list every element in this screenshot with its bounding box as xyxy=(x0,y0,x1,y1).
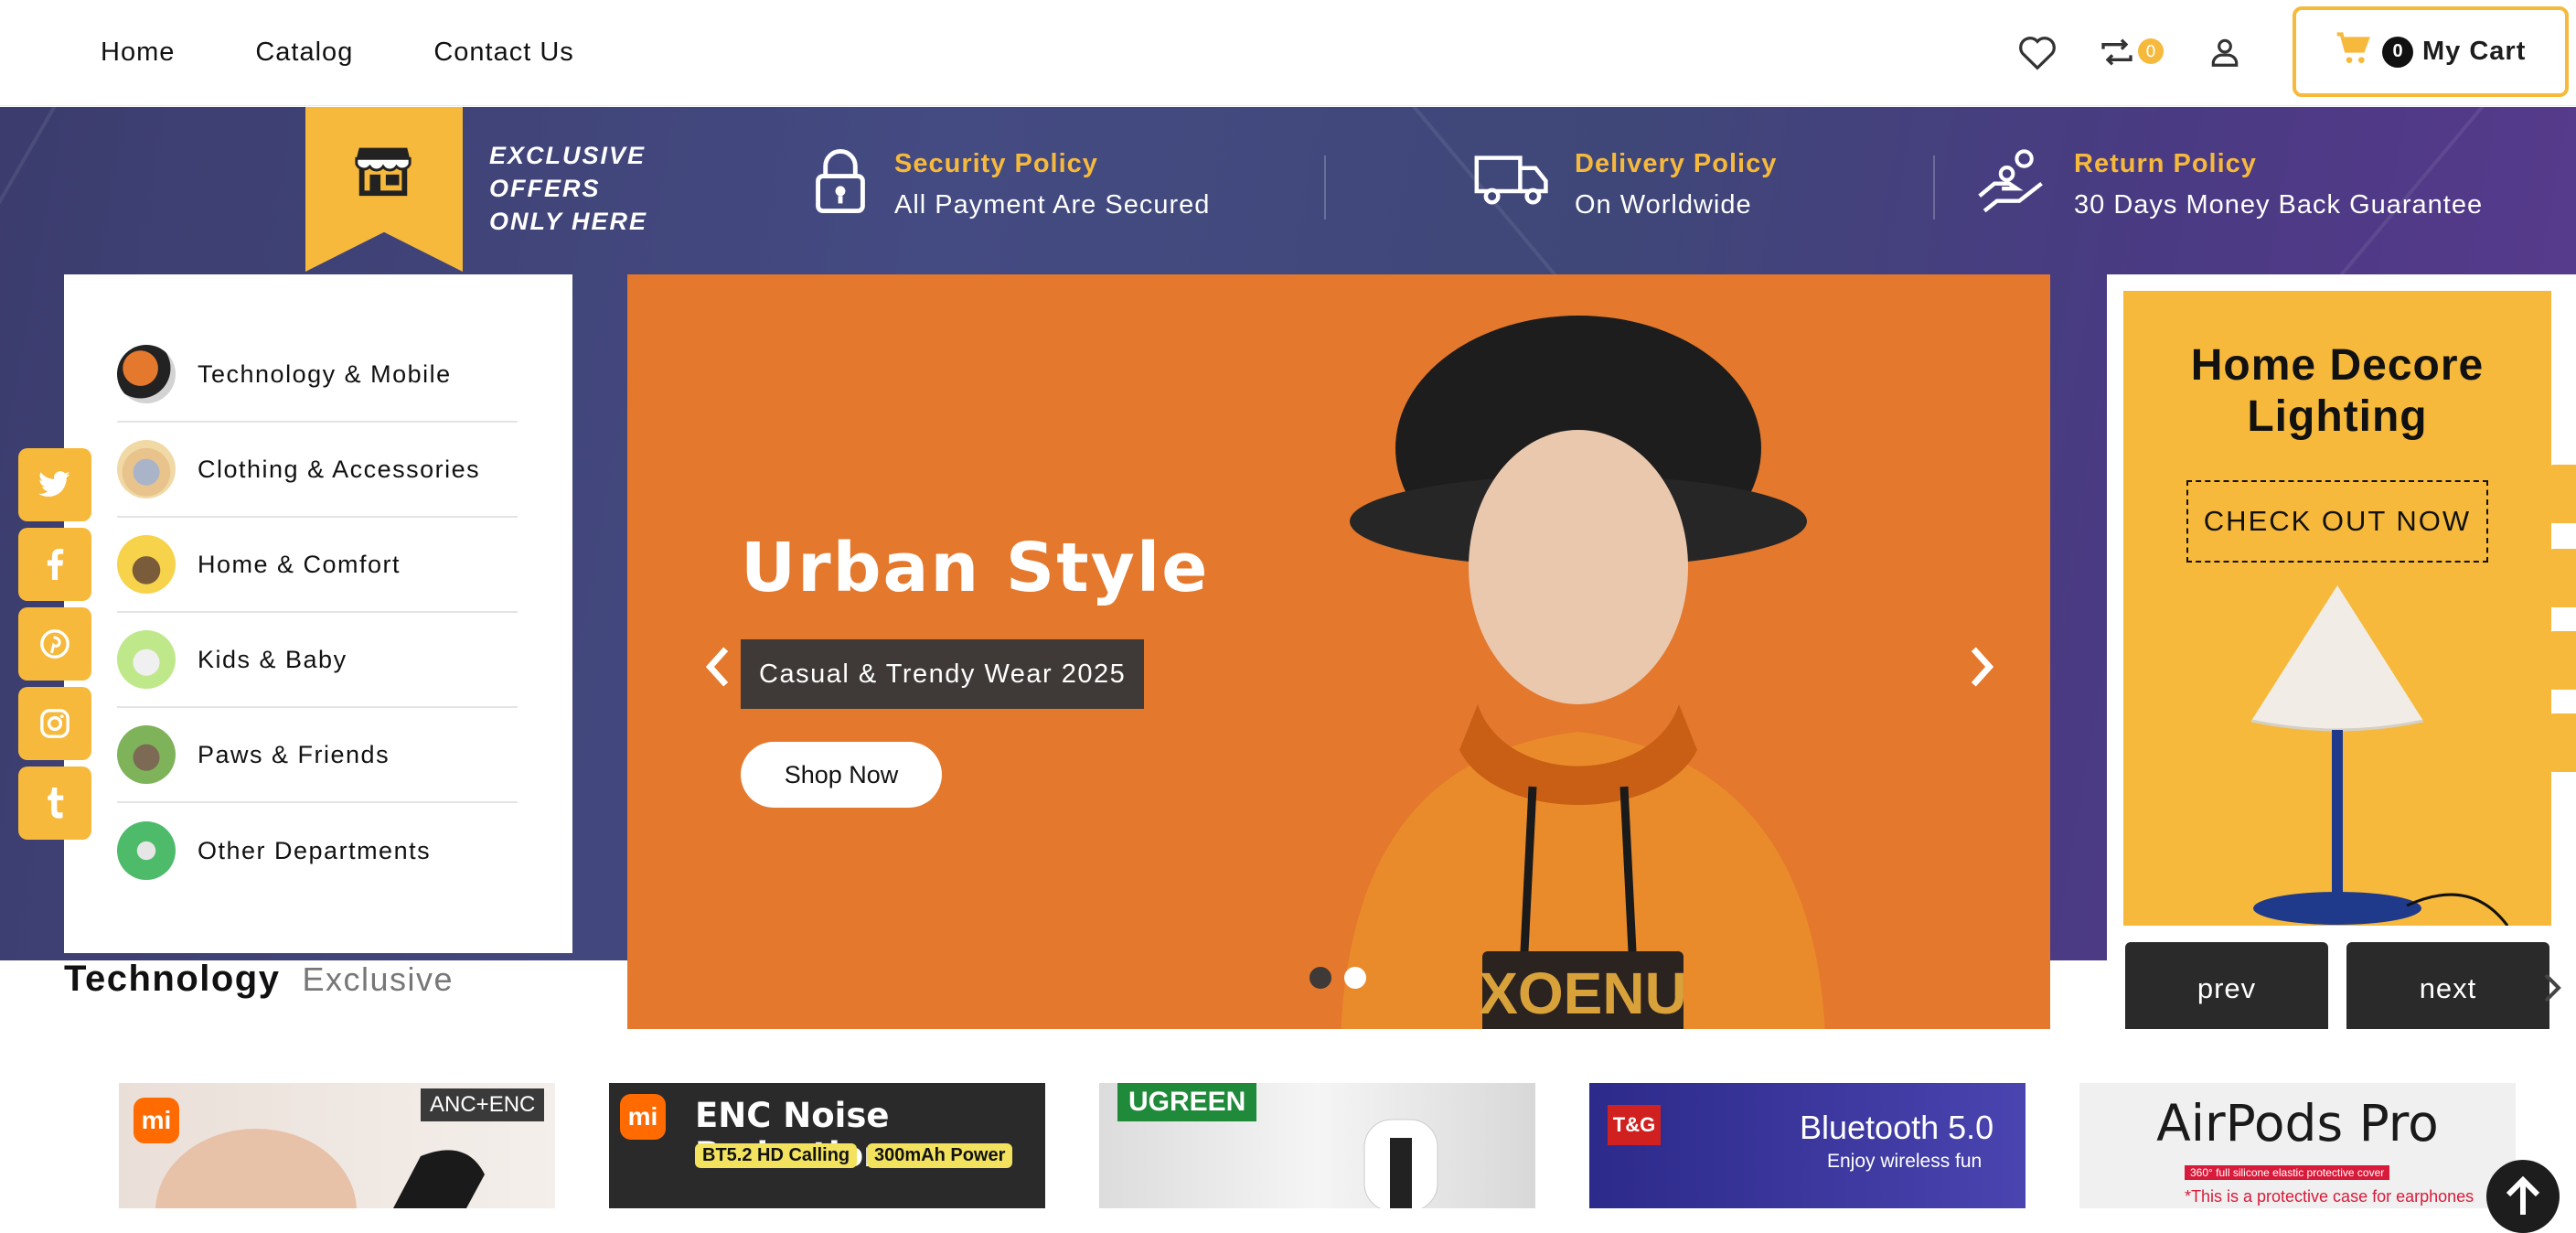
promo-next-button[interactable]: next xyxy=(2346,942,2549,1035)
promo-right-chevron-icon[interactable] xyxy=(2540,971,2562,1009)
cable-product-image xyxy=(1363,1119,1438,1208)
top-navbar: Home Catalog Contact Us 0 0 My Cart xyxy=(0,0,2576,106)
category-item-clothing[interactable]: Clothing & Accessories xyxy=(117,423,518,518)
padlock-icon xyxy=(810,146,871,220)
category-thumbnail xyxy=(117,535,176,594)
side-account-tab-icon[interactable] xyxy=(2545,549,2576,607)
product-tag: 300mAh Power xyxy=(867,1143,1013,1168)
product-card[interactable]: mi ENC Noise Reduction BT5.2 HD Calling … xyxy=(609,1083,1045,1208)
hero-slider: XOENU Urban Style Casual & Trendy Wear 2… xyxy=(627,274,2050,1035)
slider-dot-1[interactable] xyxy=(1309,967,1331,989)
wishlist-heart-icon[interactable] xyxy=(2016,31,2058,73)
truck-icon xyxy=(1474,146,1551,215)
cart-label: My Cart xyxy=(2422,37,2527,66)
policy-title: Security Policy xyxy=(894,149,1098,178)
section-title: Technology xyxy=(64,959,281,999)
mi-logo-icon: mi xyxy=(620,1094,666,1140)
product-card[interactable]: mi ANC+ENC xyxy=(119,1083,555,1208)
nav-home-link[interactable]: Home xyxy=(101,35,175,70)
product-tag: BT5.2 HD Calling xyxy=(695,1143,858,1168)
category-thumbnail xyxy=(117,630,176,689)
compare-count-badge: 0 xyxy=(2138,38,2164,64)
cart-count-badge: 0 xyxy=(2382,36,2413,68)
policy-title: Return Policy xyxy=(2074,149,2257,178)
policy-title: Delivery Policy xyxy=(1575,149,1778,178)
slide-subtitle: Casual & Trendy Wear 2025 xyxy=(741,639,1145,709)
tg-logo-text: T&G xyxy=(1608,1105,1661,1145)
side-compare-tab-icon[interactable] xyxy=(2545,713,2576,772)
account-user-icon[interactable] xyxy=(2204,31,2246,73)
technology-section-header: Technology Exclusive xyxy=(64,959,454,1000)
hand-coin-icon xyxy=(1973,146,2050,220)
cart-icon xyxy=(2335,31,2373,72)
storefront-icon xyxy=(351,137,415,201)
category-thumbnail xyxy=(117,725,176,784)
side-wishlist-tab-icon[interactable] xyxy=(2545,631,2576,690)
category-item-kids[interactable]: Kids & Baby xyxy=(117,613,518,708)
return-policy: Return Policy 30 Days Money Back Guarant… xyxy=(1973,146,2483,229)
category-label: Other Departments xyxy=(198,836,432,864)
slide-title: Urban Style xyxy=(741,529,1210,607)
slider-prev-arrow-icon[interactable] xyxy=(700,644,737,690)
shop-now-button[interactable]: Shop Now xyxy=(741,742,942,808)
category-thumbnail xyxy=(117,821,176,880)
category-label: Technology & Mobile xyxy=(198,359,452,388)
category-item-paws[interactable]: Paws & Friends xyxy=(117,708,518,803)
category-label: Kids & Baby xyxy=(198,645,347,673)
earbud-model-image xyxy=(155,1129,485,1208)
category-item-technology[interactable]: Technology & Mobile xyxy=(117,327,518,423)
pinterest-icon[interactable] xyxy=(18,607,91,681)
nav-contact-link[interactable]: Contact Us xyxy=(433,35,573,70)
product-card[interactable]: T&G Bluetooth 5.0 Enjoy wireless fun xyxy=(1589,1083,2026,1208)
side-cart-tab-icon[interactable] xyxy=(2545,465,2576,523)
nav-catalog-link[interactable]: Catalog xyxy=(255,35,353,70)
category-label: Paws & Friends xyxy=(198,740,390,768)
compare-icon[interactable] xyxy=(2096,31,2138,73)
security-policy: Security Policy All Payment Are Secured xyxy=(810,146,1210,229)
delivery-policy: Delivery Policy On Worldwide xyxy=(1474,146,1777,229)
main-nav: Home Catalog Contact Us xyxy=(101,35,655,70)
my-cart-button[interactable]: 0 My Cart xyxy=(2293,6,2569,97)
policy-divider xyxy=(1933,155,1935,220)
product-subline: Enjoy wireless fun xyxy=(1827,1151,1983,1172)
category-item-other[interactable]: Other Departments xyxy=(117,803,518,898)
lamp-image xyxy=(2250,585,2509,926)
product-card[interactable]: UGREEN xyxy=(1099,1083,1535,1208)
policy-subtitle: 30 Days Money Back Guarantee xyxy=(2074,190,2484,220)
product-subline: 360° full silicone elastic protective co… xyxy=(2185,1165,2390,1180)
category-label: Clothing & Accessories xyxy=(198,455,481,483)
facebook-icon[interactable] xyxy=(18,528,91,601)
instagram-icon[interactable] xyxy=(18,687,91,760)
scroll-to-top-button[interactable] xyxy=(2486,1160,2560,1233)
exclusive-offers-text: EXCLUSIVE OFFERS ONLY HERE xyxy=(489,142,648,235)
slider-dots xyxy=(1309,967,1366,989)
category-menu: Technology & Mobile Clothing & Accessori… xyxy=(64,274,572,953)
section-subtitle: Exclusive xyxy=(302,960,454,998)
tumblr-icon[interactable] xyxy=(18,767,91,840)
product-card[interactable]: AirPods Pro 360° full silicone elastic p… xyxy=(2079,1083,2516,1208)
policy-subtitle: On Worldwide xyxy=(1575,190,1752,220)
twitter-icon[interactable] xyxy=(18,448,91,521)
policy-subtitle: All Payment Are Secured xyxy=(894,190,1211,220)
category-item-home[interactable]: Home & Comfort xyxy=(117,518,518,613)
arrow-up-icon xyxy=(2506,1175,2540,1215)
category-thumbnail xyxy=(117,345,176,403)
product-headline: Bluetooth 5.0 xyxy=(1800,1109,1994,1146)
slider-next-arrow-icon[interactable] xyxy=(1962,644,1999,690)
promo-card[interactable]: Home Decore Lighting CHECK OUT NOW xyxy=(2123,291,2551,926)
promo-banner: Home Decore Lighting CHECK OUT NOW prev … xyxy=(2107,274,2576,1035)
category-label: Home & Comfort xyxy=(198,550,401,578)
slider-dot-2[interactable] xyxy=(1344,967,1366,989)
category-thumbnail xyxy=(117,440,176,499)
product-note: *This is a protective case for earphones xyxy=(2185,1187,2474,1206)
svg-text:XOENU: XOENU xyxy=(1479,960,1687,1026)
promo-prev-button[interactable]: prev xyxy=(2125,942,2328,1035)
policy-divider xyxy=(1324,155,1326,220)
product-headline: AirPods Pro xyxy=(2156,1094,2439,1153)
